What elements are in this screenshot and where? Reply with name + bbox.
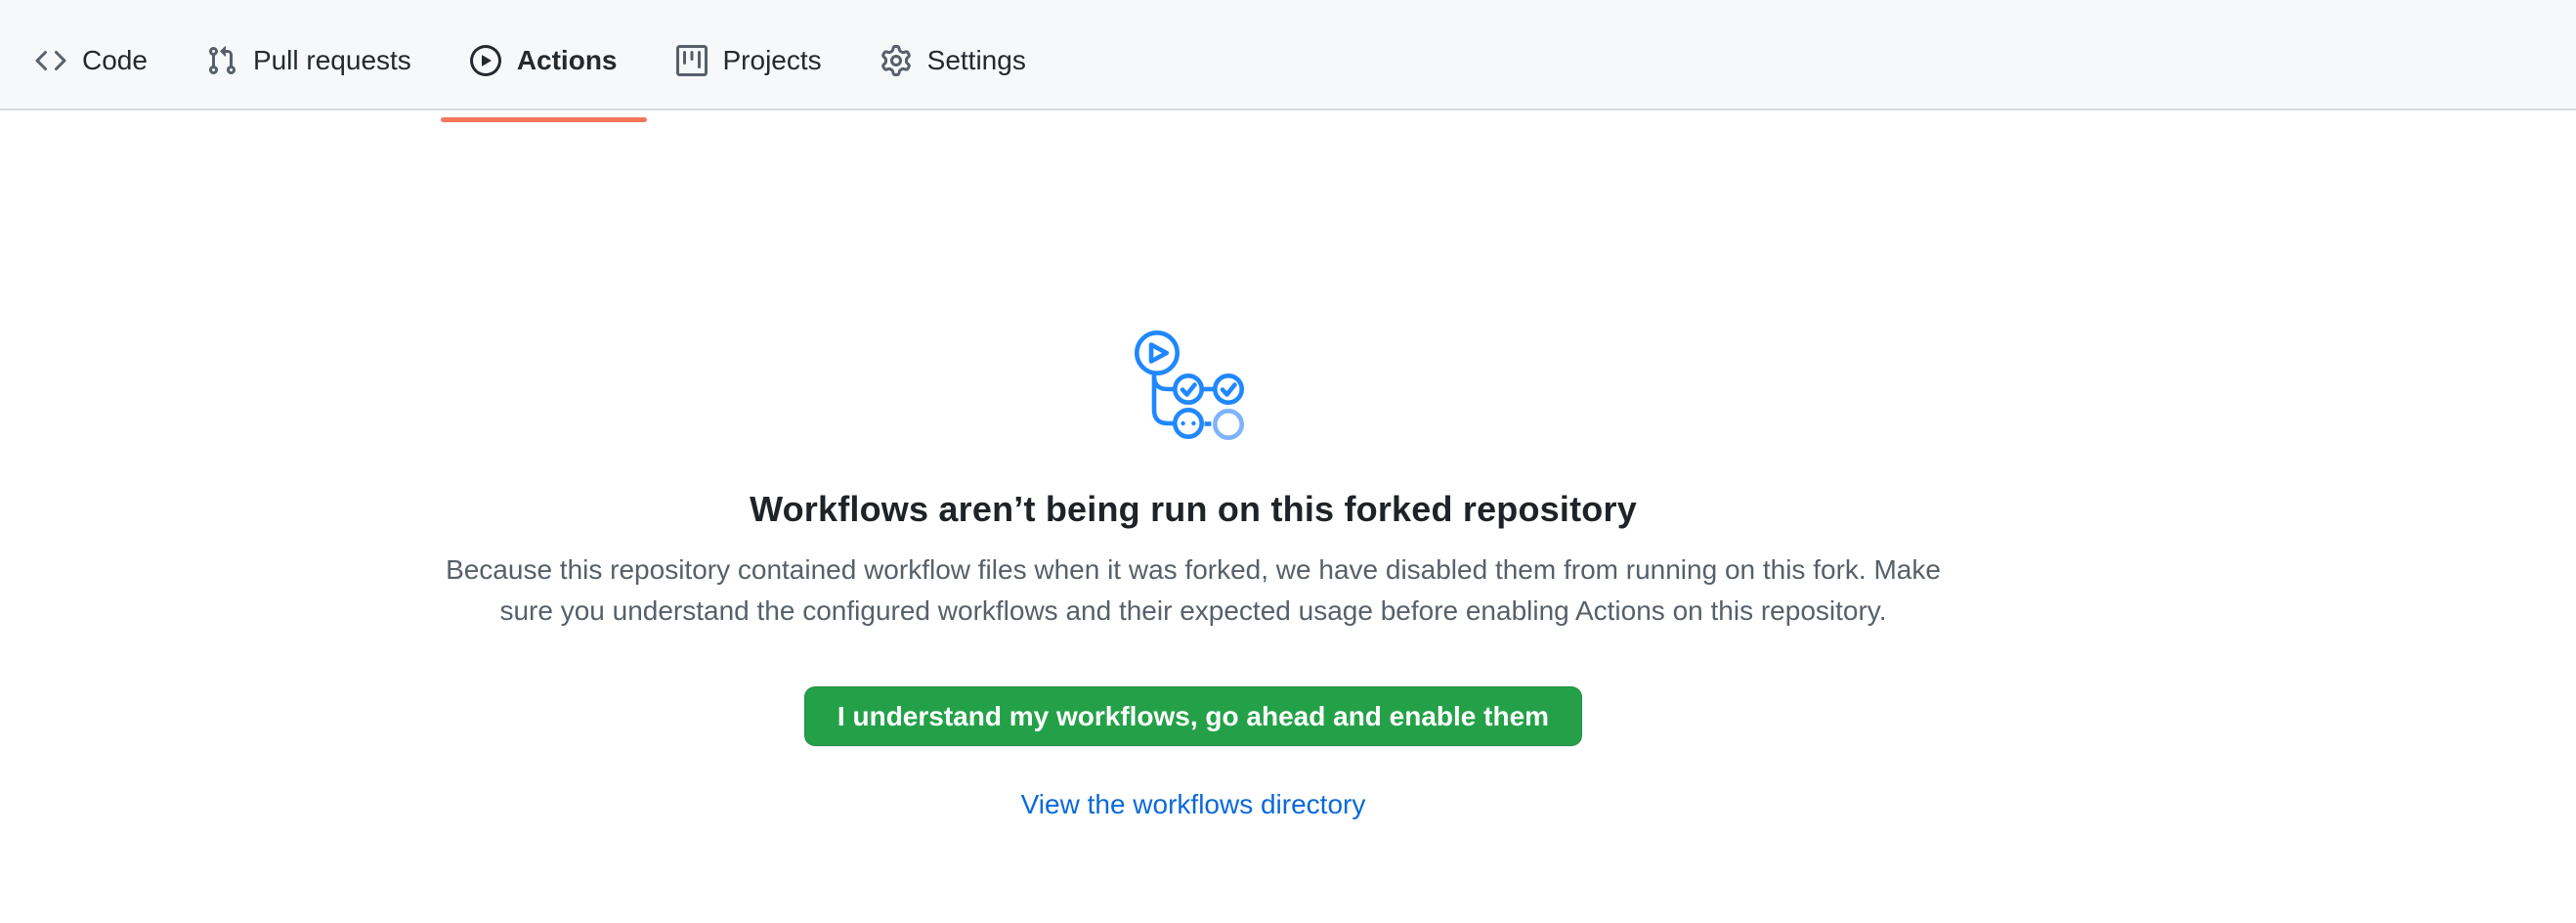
blankslate-description: Because this repository contained workfl…	[446, 549, 1941, 632]
description-line-1: Because this repository contained workfl…	[446, 554, 1941, 585]
description-line-2: sure you understand the configured workf…	[499, 595, 1886, 626]
tab-actions-label: Actions	[517, 47, 618, 74]
tab-code[interactable]: Code	[6, 12, 177, 109]
tab-actions[interactable]: Actions	[441, 12, 647, 109]
gear-icon	[880, 45, 912, 76]
pull-request-icon	[206, 45, 237, 76]
tab-projects-label: Projects	[723, 47, 822, 74]
tab-pull-requests-label: Pull requests	[253, 47, 411, 74]
enable-workflows-button[interactable]: I understand my workflows, go ahead and …	[804, 686, 1582, 746]
tab-settings[interactable]: Settings	[851, 12, 1055, 109]
view-workflows-directory-link[interactable]: View the workflows directory	[1021, 789, 1366, 820]
tab-code-label: Code	[82, 47, 148, 74]
code-icon	[35, 45, 66, 76]
tab-pull-requests[interactable]: Pull requests	[177, 12, 441, 109]
actions-disabled-blankslate: Workflows aren’t being run on this forke…	[0, 110, 2386, 820]
play-circle-icon	[470, 45, 501, 76]
tab-projects[interactable]: Projects	[647, 12, 851, 109]
blankslate-heading: Workflows aren’t being run on this forke…	[750, 489, 1637, 530]
tab-settings-label: Settings	[927, 47, 1026, 74]
workflow-graph-icon	[1132, 327, 1255, 444]
project-icon	[676, 45, 708, 76]
repo-tab-bar: Code Pull requests Actions Projects	[0, 0, 2576, 110]
